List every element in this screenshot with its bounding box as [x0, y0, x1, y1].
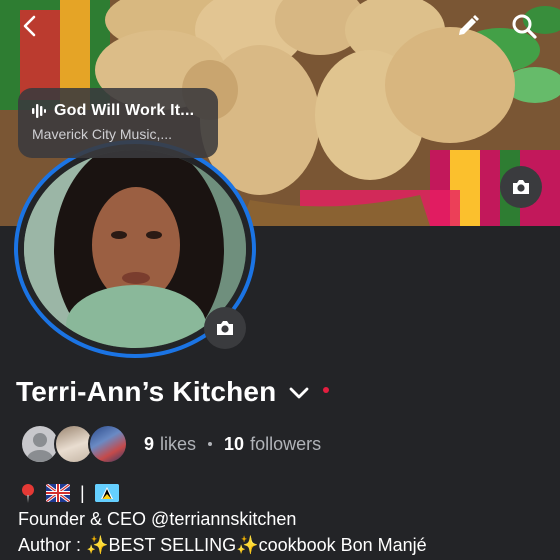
camera-icon: [217, 321, 233, 335]
chevron-down-icon[interactable]: [289, 386, 309, 400]
avatar: [88, 424, 128, 464]
profile-name-row[interactable]: Terri-Ann’s Kitchen: [16, 376, 329, 408]
page-title: Terri-Ann’s Kitchen: [16, 376, 277, 407]
back-button[interactable]: [12, 8, 48, 44]
bio-line-author: Author : ✨BEST SELLING✨cookbook Bon Manj…: [18, 534, 427, 555]
pencil-icon: [459, 15, 479, 35]
edit-profile-picture-button[interactable]: [204, 307, 246, 349]
search-icon: [512, 14, 537, 39]
edit-profile-button[interactable]: [450, 8, 486, 44]
uk-flag-icon: [46, 484, 70, 502]
profile-bio: | Founder & CEO @terriannskitchen Author…: [18, 480, 427, 558]
followers-label: followers: [250, 433, 322, 454]
followers-count: 10: [224, 433, 245, 454]
pin-icon: [18, 484, 38, 503]
notification-dot: [322, 387, 329, 393]
chevron-left-icon: [23, 15, 36, 37]
separator-dot: [208, 442, 213, 446]
page-stats: 9 likes 10 followers: [144, 434, 321, 455]
bio-line-role: Founder & CEO @terriannskitchen: [18, 508, 297, 529]
bio-line-location: |: [18, 480, 427, 506]
default-avatar-icon: [27, 433, 53, 462]
search-button[interactable]: [506, 8, 542, 44]
followers-summary[interactable]: 9 likes 10 followers: [20, 424, 321, 464]
music-title: God Will Work It...: [54, 102, 195, 119]
profile-music-chip[interactable]: God Will Work It... Maverick City Music,…: [18, 88, 218, 158]
edit-cover-photo-button[interactable]: [500, 166, 542, 208]
bio-separator: |: [80, 482, 85, 503]
saint-lucia-flag-icon: [94, 484, 119, 502]
audio-bars-icon: [32, 104, 46, 118]
camera-icon: [513, 180, 529, 194]
likes-label: likes: [160, 433, 197, 454]
music-artist: Maverick City Music,...: [32, 126, 173, 142]
likes-count: 9: [144, 433, 155, 454]
